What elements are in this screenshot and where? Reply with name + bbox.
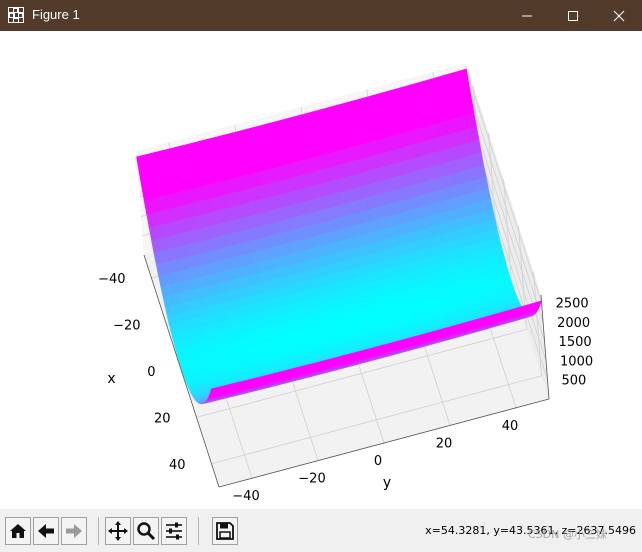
window-title: Figure 1 xyxy=(32,7,80,22)
z-tick-label: 500 xyxy=(562,374,587,389)
minimize-icon xyxy=(522,15,532,16)
pan-button[interactable] xyxy=(105,517,131,545)
toolbar-separator xyxy=(198,517,199,545)
close-icon xyxy=(613,10,625,21)
z-tick-label: 1500 xyxy=(559,335,592,350)
z-tick-label: 1000 xyxy=(560,354,593,369)
back-icon xyxy=(38,524,54,538)
save-button[interactable] xyxy=(212,517,238,545)
y-axis-label: y xyxy=(383,475,391,491)
y-tick-label: 40 xyxy=(502,419,519,434)
y-tick-label: −20 xyxy=(298,472,325,487)
configure-subplots-button[interactable] xyxy=(161,517,187,545)
forward-button[interactable] xyxy=(61,517,87,545)
y-tick-label: −40 xyxy=(232,489,259,504)
y-tick-label: 20 xyxy=(436,436,453,451)
forward-icon xyxy=(66,524,82,538)
x-tick-label: 40 xyxy=(169,458,186,473)
minimize-button[interactable] xyxy=(504,0,550,31)
z-tick-label: 2500 xyxy=(556,297,589,312)
home-icon xyxy=(10,524,26,538)
matplotlib-app-icon xyxy=(8,7,24,23)
maximize-icon xyxy=(568,10,578,21)
figure-canvas[interactable]: −40 −20 0 20 40 −40 −20 0 20 40 500 1000 1500 2000 250… xyxy=(0,31,642,509)
y-tick-label: 0 xyxy=(374,454,382,469)
x-tick-label: −40 xyxy=(98,272,125,287)
save-icon xyxy=(216,522,234,540)
x-tick-label: 20 xyxy=(154,411,171,426)
home-button[interactable] xyxy=(5,517,31,545)
window-titlebar: Figure 1 xyxy=(0,0,642,31)
pan-icon xyxy=(108,521,128,541)
x-axis-label: x xyxy=(107,371,115,387)
close-button[interactable] xyxy=(596,0,642,31)
toolbar-separator xyxy=(98,517,99,545)
configure-subplots-icon xyxy=(166,522,182,540)
surface-plot-3d[interactable]: −40 −20 0 20 40 −40 −20 0 20 40 500 1000 1500 2000 250… xyxy=(0,31,642,509)
z-tick-label: 2000 xyxy=(557,316,590,331)
x-tick-label: −20 xyxy=(113,319,140,334)
watermark-text: CSDN @小三妹 xyxy=(528,528,607,541)
maximize-button[interactable] xyxy=(550,0,596,31)
back-button[interactable] xyxy=(33,517,59,545)
zoom-icon xyxy=(137,522,156,541)
zoom-button[interactable] xyxy=(133,517,159,545)
x-tick-label: 0 xyxy=(147,365,155,380)
